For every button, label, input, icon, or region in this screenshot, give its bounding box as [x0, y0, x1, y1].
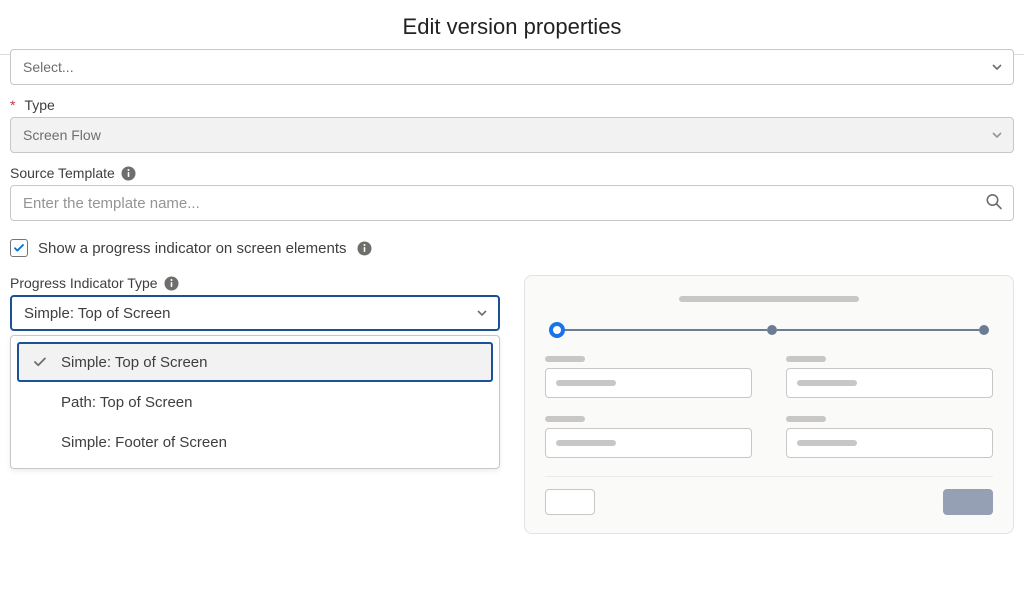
- how-to-run-select[interactable]: Select...: [10, 49, 1014, 85]
- option-simple-footer[interactable]: Simple: Footer of Screen: [17, 422, 493, 462]
- info-icon[interactable]: [164, 275, 180, 291]
- preview-footer: [545, 476, 993, 515]
- preview-label-bar: [786, 416, 826, 422]
- step-connector: [777, 329, 979, 331]
- type-select: Screen Flow: [10, 117, 1014, 153]
- progress-indicator-label: Progress Indicator Type: [10, 275, 500, 291]
- preview-form-cell: [545, 416, 752, 458]
- preview-label-bar: [545, 416, 585, 422]
- chevron-down-icon: [991, 129, 1003, 141]
- required-marker: *: [10, 97, 15, 113]
- preview-form-cell: [786, 356, 993, 398]
- option-label: Simple: Top of Screen: [61, 354, 207, 371]
- info-icon[interactable]: [121, 165, 137, 181]
- show-progress-checkbox[interactable]: [10, 239, 28, 257]
- progress-indicator-value: Simple: Top of Screen: [24, 305, 170, 322]
- preview-label-bar: [786, 356, 826, 362]
- how-to-run-field: Select...: [10, 49, 1014, 85]
- check-icon: [31, 355, 49, 369]
- info-icon[interactable]: [357, 240, 373, 256]
- source-template-input[interactable]: [11, 186, 1013, 220]
- show-progress-checkbox-row: Show a progress indicator on screen elem…: [10, 239, 1014, 257]
- preview-form-cell: [786, 416, 993, 458]
- progress-indicator-dropdown: Simple: Top of Screen Path: Top of Scree…: [10, 335, 500, 469]
- source-template-label: Source Template: [10, 165, 1014, 181]
- show-progress-label: Show a progress indicator on screen elem…: [38, 240, 347, 257]
- preview-back-button: [545, 489, 595, 515]
- preview-input: [786, 368, 993, 398]
- step-current-icon: [549, 322, 565, 338]
- preview-steps: [545, 322, 993, 338]
- type-value: Screen Flow: [23, 127, 101, 143]
- option-label: Path: Top of Screen: [61, 394, 192, 411]
- option-path-top[interactable]: Path: Top of Screen: [17, 382, 493, 422]
- progress-indicator-column: Progress Indicator Type Simple: Top of S…: [10, 275, 500, 469]
- chevron-down-icon: [476, 307, 488, 319]
- preview-input: [545, 368, 752, 398]
- preview-input: [786, 428, 993, 458]
- type-field: * Type Screen Flow: [10, 97, 1014, 153]
- preview-input: [545, 428, 752, 458]
- search-icon: [985, 193, 1003, 214]
- preview-label-bar: [545, 356, 585, 362]
- source-template-search[interactable]: [10, 185, 1014, 221]
- step-dot-icon: [979, 325, 989, 335]
- option-label: Simple: Footer of Screen: [61, 434, 227, 451]
- preview-form-cell: [545, 356, 752, 398]
- preview-next-button: [943, 489, 993, 515]
- type-label: * Type: [10, 97, 1014, 113]
- option-simple-top[interactable]: Simple: Top of Screen: [17, 342, 493, 382]
- source-template-field: Source Template: [10, 165, 1014, 221]
- preview-form-grid: [545, 356, 993, 458]
- step-dot-icon: [767, 325, 777, 335]
- progress-preview: [524, 275, 1014, 534]
- progress-indicator-select[interactable]: Simple: Top of Screen: [10, 295, 500, 331]
- chevron-down-icon: [991, 61, 1003, 73]
- modal-header: Edit version properties: [0, 0, 1024, 55]
- preview-title-bar: [679, 296, 859, 302]
- how-to-run-placeholder: Select...: [23, 59, 74, 75]
- preview-column: [524, 275, 1014, 534]
- modal-body: Select... * Type Screen Flow Source Temp…: [0, 49, 1024, 544]
- modal-title: Edit version properties: [0, 14, 1024, 40]
- step-connector: [565, 329, 767, 331]
